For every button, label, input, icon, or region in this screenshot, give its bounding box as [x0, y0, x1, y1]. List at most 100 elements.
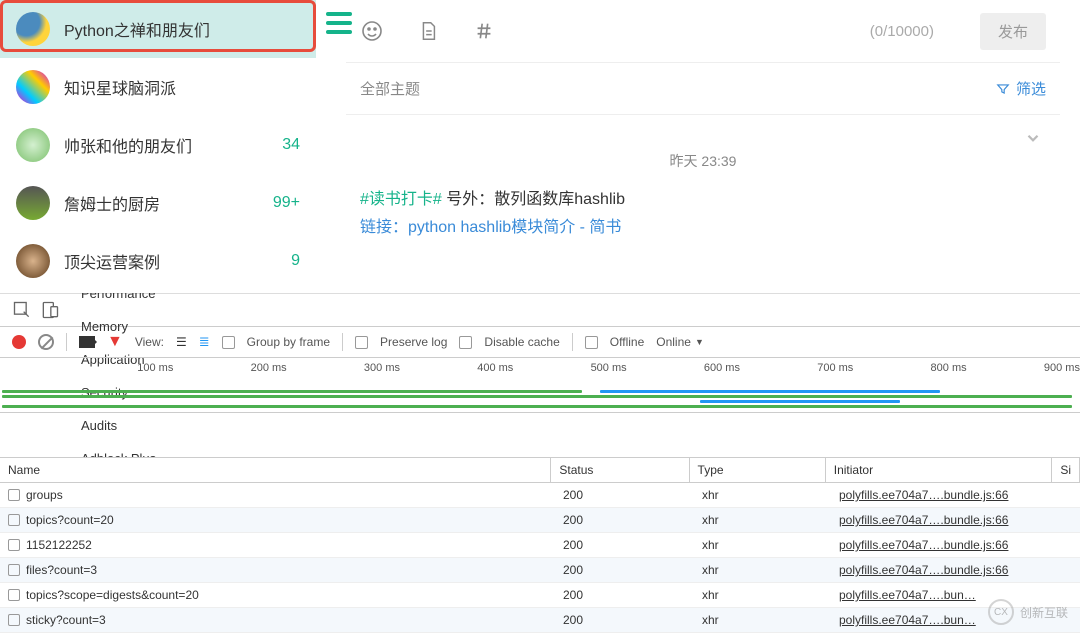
request-type: xhr [694, 508, 831, 532]
request-initiator[interactable]: polyfills.ee704a7….bundle.js:66 [839, 538, 1008, 552]
request-status: 200 [555, 608, 694, 632]
group-by-frame-checkbox[interactable] [222, 336, 235, 349]
row-checkbox[interactable] [8, 539, 20, 551]
disable-cache-checkbox[interactable] [459, 336, 472, 349]
timeline-tick: 200 ms [173, 362, 286, 374]
group-avatar [16, 186, 50, 220]
sidebar-group-item[interactable]: 知识星球脑洞派 [0, 58, 316, 116]
row-checkbox[interactable] [8, 614, 20, 626]
request-initiator[interactable]: polyfills.ee704a7….bun… [839, 613, 976, 627]
request-status: 200 [555, 508, 694, 532]
group-avatar [16, 70, 50, 104]
row-checkbox[interactable] [8, 589, 20, 601]
request-initiator[interactable]: polyfills.ee704a7….bun… [839, 588, 976, 602]
hash-icon[interactable] [472, 19, 496, 43]
file-icon[interactable] [416, 19, 440, 43]
request-status: 200 [555, 558, 694, 582]
request-name: topics?count=20 [26, 513, 114, 527]
request-name: 1152122252 [26, 538, 92, 552]
element-picker-icon[interactable] [12, 300, 32, 320]
network-request-row[interactable]: sticky?count=3 200 xhr polyfills.ee704a7… [0, 608, 1080, 633]
request-name: files?count=3 [26, 563, 97, 577]
camera-icon[interactable] [79, 336, 95, 348]
request-name: topics?scope=digests&count=20 [26, 588, 199, 602]
timeline-tick: 900 ms [967, 362, 1080, 374]
timeline-tick: 700 ms [740, 362, 853, 374]
request-name: groups [26, 488, 63, 502]
group-name: 帅张和他的朋友们 [64, 133, 282, 157]
sidebar-group-item[interactable]: Python之禅和朋友们 [0, 0, 316, 58]
hamburger-icon[interactable] [326, 12, 352, 34]
sidebar-group-item[interactable]: 帅张和他的朋友们 34 [0, 116, 316, 174]
view-waterfall-icon[interactable]: ≣ [199, 334, 210, 350]
request-initiator[interactable]: polyfills.ee704a7….bundle.js:66 [839, 513, 1008, 527]
group-avatar [16, 128, 50, 162]
chevron-down-icon[interactable] [1024, 129, 1042, 147]
timeline-tick: 500 ms [513, 362, 626, 374]
preserve-log-checkbox[interactable] [355, 336, 368, 349]
col-initiator[interactable]: Initiator [826, 458, 1053, 482]
unread-badge: 99+ [273, 194, 300, 212]
unread-badge: 34 [282, 136, 300, 154]
funnel-icon [996, 82, 1010, 96]
timeline-tick: 100 ms [60, 362, 173, 374]
sidebar-group-item[interactable]: 詹姆士的厨房 99+ [0, 174, 316, 232]
col-name[interactable]: Name [0, 458, 551, 482]
timestamp: 昨天 23:39 [360, 151, 1046, 171]
request-type: xhr [694, 558, 831, 582]
clear-icon[interactable] [38, 334, 54, 350]
network-request-row[interactable]: topics?count=20 200 xhr polyfills.ee704a… [0, 508, 1080, 533]
post-link[interactable]: python hashlib模块简介 - 简书 [408, 219, 621, 236]
char-counter: (0/10000) [870, 23, 934, 40]
network-request-row[interactable]: files?count=3 200 xhr polyfills.ee704a7…… [0, 558, 1080, 583]
group-avatar [16, 12, 50, 46]
row-checkbox[interactable] [8, 564, 20, 576]
devtools-tabs: ElementsConsoleSourcesNetworkPerformance… [0, 294, 1080, 327]
main-content: (0/10000) 发布 全部主题 筛选 昨天 23:39 #读书打卡# 号外：… [316, 0, 1080, 293]
timeline-detail-blank [0, 413, 1080, 458]
timeline-tick: 800 ms [853, 362, 966, 374]
network-table-header: Name Status Type Initiator Si [0, 458, 1080, 483]
sidebar-group-item[interactable]: 顶尖运营案例 9 [0, 232, 316, 290]
devtools-panel: ElementsConsoleSourcesNetworkPerformance… [0, 294, 1080, 633]
request-status: 200 [555, 583, 694, 607]
timeline-tick: 300 ms [287, 362, 400, 374]
row-checkbox[interactable] [8, 514, 20, 526]
group-avatar [16, 244, 50, 278]
topic-header: 全部主题 筛选 [346, 62, 1060, 114]
col-status[interactable]: Status [551, 458, 689, 482]
request-status: 200 [555, 533, 694, 557]
col-size[interactable]: Si [1052, 458, 1080, 482]
offline-checkbox[interactable] [585, 336, 598, 349]
all-topics-label: 全部主题 [360, 78, 420, 99]
filter-button[interactable]: 筛选 [996, 78, 1046, 99]
col-type[interactable]: Type [690, 458, 826, 482]
topic-tag[interactable]: #读书打卡# [360, 191, 442, 208]
watermark: CX 创新互联 [988, 599, 1068, 625]
request-initiator[interactable]: polyfills.ee704a7….bundle.js:66 [839, 488, 1008, 502]
post-line-2: 链接：python hashlib模块简介 - 简书 [360, 213, 1046, 237]
network-request-row[interactable]: groups 200 xhr polyfills.ee704a7….bundle… [0, 483, 1080, 508]
emoji-icon[interactable] [360, 19, 384, 43]
group-name: 知识星球脑洞派 [64, 75, 300, 99]
request-type: xhr [694, 608, 831, 632]
request-type: xhr [694, 483, 831, 507]
network-request-row[interactable]: topics?scope=digests&count=20 200 xhr po… [0, 583, 1080, 608]
throttle-dropdown[interactable]: Online ▼ [656, 335, 704, 349]
request-status: 200 [555, 483, 694, 507]
network-timeline[interactable]: 100 ms200 ms300 ms400 ms500 ms600 ms700 … [0, 358, 1080, 413]
view-large-icon[interactable]: ☰ [176, 335, 187, 349]
filter-icon[interactable]: ▼ [107, 333, 123, 351]
group-name: 顶尖运营案例 [64, 249, 291, 273]
publish-button[interactable]: 发布 [980, 13, 1046, 50]
sidebar: Python之禅和朋友们 知识星球脑洞派 帅张和他的朋友们 34 詹姆士的厨房 … [0, 0, 316, 293]
unread-badge: 9 [291, 252, 300, 270]
row-checkbox[interactable] [8, 489, 20, 501]
device-toggle-icon[interactable] [40, 300, 60, 320]
request-type: xhr [694, 583, 831, 607]
composer-bar: (0/10000) 发布 [346, 0, 1060, 62]
request-initiator[interactable]: polyfills.ee704a7….bundle.js:66 [839, 563, 1008, 577]
record-icon[interactable] [12, 335, 26, 349]
network-request-row[interactable]: 1152122252 200 xhr polyfills.ee704a7….bu… [0, 533, 1080, 558]
topic-card: 昨天 23:39 #读书打卡# 号外：散列函数库hashlib 链接：pytho… [346, 114, 1060, 241]
